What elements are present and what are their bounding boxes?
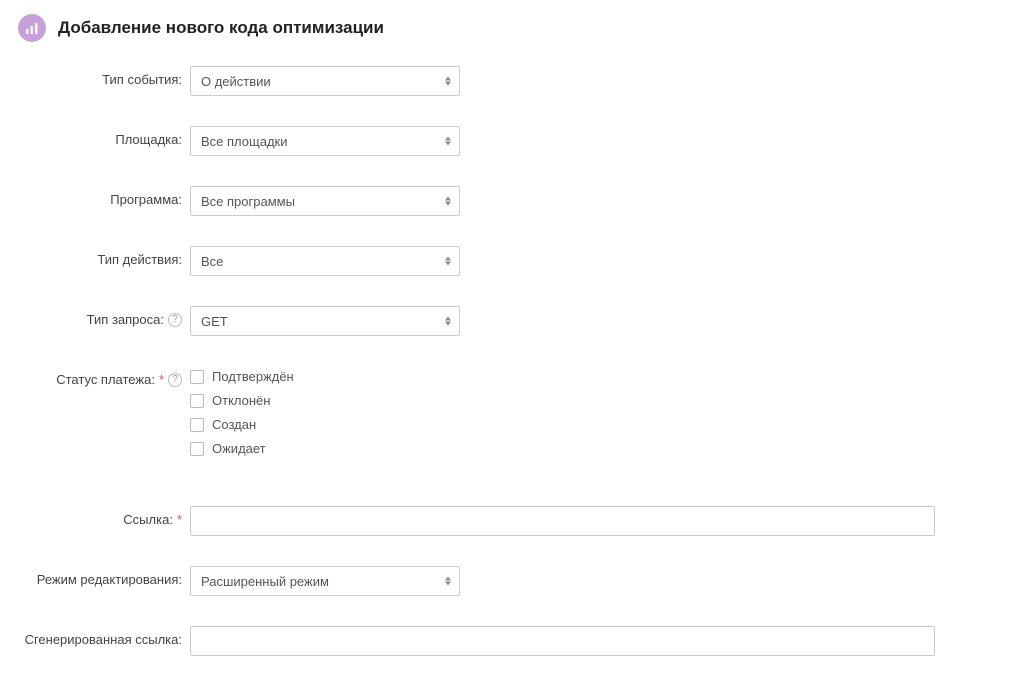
label-program-text: Программа:: [110, 192, 182, 207]
page-title: Добавление нового кода оптимизации: [58, 18, 384, 38]
row-program: Программа: Все программы: [18, 186, 994, 216]
label-payment-status: Статус платежа: * ?: [18, 366, 190, 387]
chevron-updown-icon: [445, 257, 451, 266]
checkbox-pending[interactable]: [190, 442, 204, 456]
checkbox-label-confirmed[interactable]: Подтверждён: [212, 369, 294, 384]
checkbox-created[interactable]: [190, 418, 204, 432]
select-program-value: Все программы: [201, 194, 295, 209]
label-event-type: Тип события:: [18, 66, 190, 87]
select-event-type[interactable]: О действии: [190, 66, 460, 96]
label-request-type: Тип запроса: ?: [18, 306, 190, 327]
label-payment-status-text: Статус платежа:: [56, 372, 155, 387]
select-platform[interactable]: Все площадки: [190, 126, 460, 156]
checkbox-confirmed[interactable]: [190, 370, 204, 384]
chevron-updown-icon: [445, 197, 451, 206]
label-generated-link: Сгенерированная ссылка:: [18, 626, 190, 647]
row-link: Ссылка: *: [18, 506, 994, 536]
label-request-type-text: Тип запроса:: [87, 312, 164, 327]
row-event-type: Тип события: О действии: [18, 66, 994, 96]
label-link: Ссылка: *: [18, 506, 190, 527]
required-marker: *: [177, 512, 182, 527]
label-edit-mode: Режим редактирования:: [18, 566, 190, 587]
chevron-updown-icon: [445, 317, 451, 326]
row-payment-status: Статус платежа: * ? Подтверждён Отклонён …: [18, 366, 994, 456]
label-link-text: Ссылка:: [123, 512, 173, 527]
checkbox-label-created[interactable]: Создан: [212, 417, 256, 432]
input-generated-link[interactable]: [190, 626, 935, 656]
select-platform-value: Все площадки: [201, 134, 287, 149]
page-header: Добавление нового кода оптимизации: [18, 14, 994, 42]
label-program: Программа:: [18, 186, 190, 207]
checkbox-declined[interactable]: [190, 394, 204, 408]
select-action-type-value: Все: [201, 254, 223, 269]
help-icon[interactable]: ?: [168, 373, 182, 387]
label-event-type-text: Тип события:: [102, 72, 182, 87]
label-edit-mode-text: Режим редактирования:: [37, 572, 182, 587]
select-edit-mode-value: Расширенный режим: [201, 574, 329, 589]
checkbox-row-created: Создан: [190, 417, 294, 432]
select-action-type[interactable]: Все: [190, 246, 460, 276]
row-platform: Площадка: Все площадки: [18, 126, 994, 156]
required-marker: *: [159, 372, 164, 387]
checkbox-row-declined: Отклонён: [190, 393, 294, 408]
chevron-updown-icon: [445, 577, 451, 586]
select-event-type-value: О действии: [201, 74, 271, 89]
select-request-type[interactable]: GET: [190, 306, 460, 336]
label-platform-text: Площадка:: [115, 132, 182, 147]
row-generated-link: Сгенерированная ссылка:: [18, 626, 994, 656]
help-icon[interactable]: ?: [168, 313, 182, 327]
checkbox-label-declined[interactable]: Отклонён: [212, 393, 270, 408]
chevron-updown-icon: [445, 77, 451, 86]
form: Тип события: О действии Площадка: Все пл…: [18, 66, 994, 656]
checkbox-row-pending: Ожидает: [190, 441, 294, 456]
label-platform: Площадка:: [18, 126, 190, 147]
checkbox-group-payment-status: Подтверждён Отклонён Создан Ожидает: [190, 366, 294, 456]
checkbox-row-confirmed: Подтверждён: [190, 369, 294, 384]
label-action-type: Тип действия:: [18, 246, 190, 267]
select-edit-mode[interactable]: Расширенный режим: [190, 566, 460, 596]
row-request-type: Тип запроса: ? GET: [18, 306, 994, 336]
label-generated-link-text: Сгенерированная ссылка:: [25, 632, 182, 647]
label-action-type-text: Тип действия:: [97, 252, 182, 267]
checkbox-label-pending[interactable]: Ожидает: [212, 441, 266, 456]
select-program[interactable]: Все программы: [190, 186, 460, 216]
input-link[interactable]: [190, 506, 935, 536]
optimization-icon: [18, 14, 46, 42]
row-action-type: Тип действия: Все: [18, 246, 994, 276]
chevron-updown-icon: [445, 137, 451, 146]
row-edit-mode: Режим редактирования: Расширенный режим: [18, 566, 994, 596]
select-request-type-value: GET: [201, 314, 228, 329]
